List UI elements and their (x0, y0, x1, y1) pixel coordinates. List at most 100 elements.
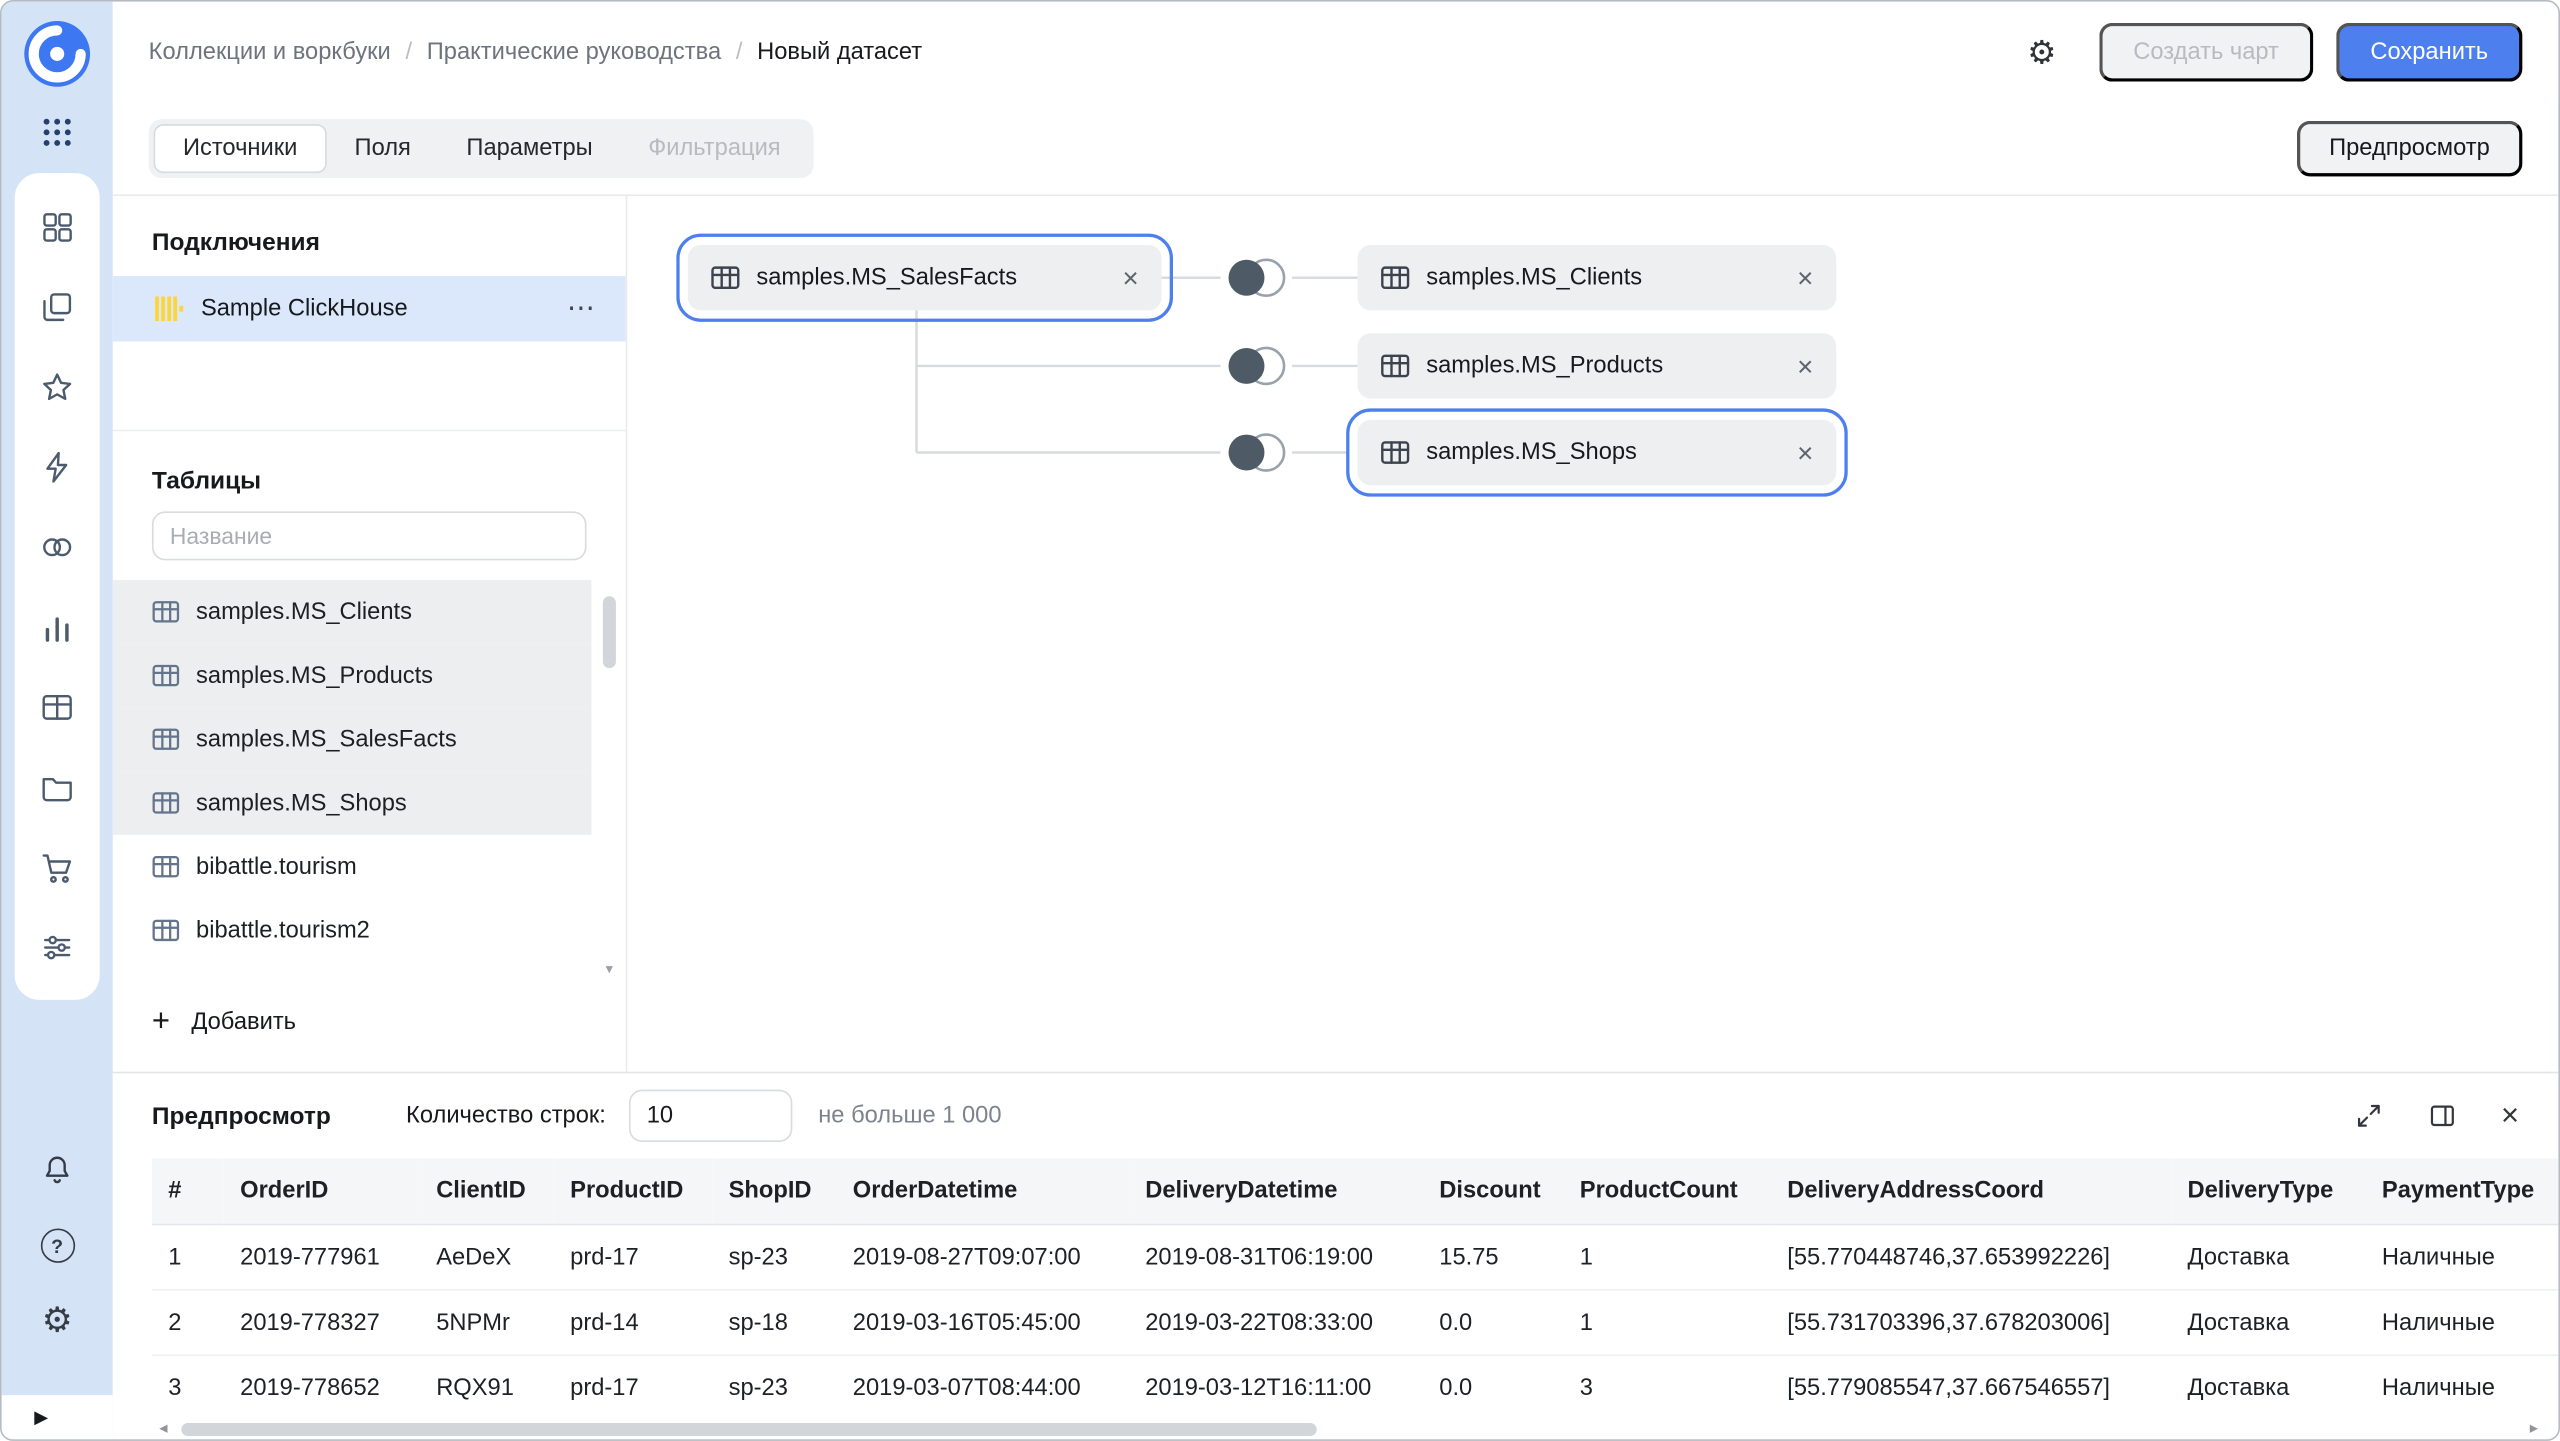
column-header: Discount (1423, 1158, 1563, 1224)
table-list-item[interactable]: samples.MS_SalesFacts (113, 707, 592, 771)
settings-icon[interactable]: ⚙ (42, 1304, 73, 1338)
storage-icon[interactable] (15, 747, 100, 827)
topbar: Коллекции и воркбуки / Практические руко… (113, 2, 2559, 103)
row-count-hint: не больше 1 000 (818, 1103, 1001, 1129)
add-table-label: Добавить (191, 1009, 296, 1035)
tables-scrollbar[interactable]: ▾ (601, 583, 617, 978)
table-list-item[interactable]: samples.MS_Clients (113, 580, 592, 644)
tab-fields[interactable]: Поля (327, 124, 439, 173)
remove-table-icon[interactable]: × (1797, 352, 1813, 380)
table-cell: 3 (1563, 1355, 1770, 1416)
table-node-products[interactable]: samples.MS_Products × (1358, 333, 1837, 398)
datasets-icon[interactable] (15, 506, 100, 586)
favorites-icon[interactable] (15, 346, 100, 426)
table-cell: prd-17 (554, 1224, 712, 1289)
connection-menu-icon[interactable]: ⋯ (567, 292, 596, 325)
table-name: samples.MS_Shops (196, 790, 407, 816)
plus-icon: + (152, 1006, 170, 1037)
table-node-salesfacts[interactable]: samples.MS_SalesFacts × (688, 245, 1162, 310)
tab-parameters[interactable]: Параметры (439, 124, 621, 173)
notifications-icon[interactable] (39, 1152, 75, 1188)
table-cell: RQX91 (420, 1355, 554, 1416)
table-list-item[interactable]: samples.MS_Products (113, 644, 592, 708)
tables-icon[interactable] (15, 667, 100, 747)
clickhouse-icon (152, 292, 185, 325)
close-preview-icon[interactable]: × (2501, 1100, 2519, 1131)
table-cell: 1 (152, 1224, 224, 1289)
table-icon (1380, 351, 1409, 380)
preview-toggle-button[interactable]: Предпросмотр (2296, 121, 2522, 177)
table-icon (1380, 438, 1409, 467)
table-list-item[interactable] (113, 962, 592, 982)
table-cell: 15.75 (1423, 1224, 1563, 1289)
connection-item[interactable]: Sample ClickHouse ⋯ (113, 276, 626, 341)
breadcrumb-guides[interactable]: Практические руководства (427, 39, 721, 65)
save-button[interactable]: Сохранить (2336, 23, 2522, 82)
dashboards-icon[interactable] (15, 186, 100, 266)
charts-icon[interactable] (15, 586, 100, 666)
node-label: samples.MS_SalesFacts (756, 265, 1017, 291)
join-type-icon[interactable] (1220, 428, 1292, 477)
table-row: 12019-777961AeDeXprd-17sp-232019-08-27T0… (152, 1224, 2558, 1289)
table-cell: 2019-03-12T16:11:00 (1129, 1355, 1423, 1416)
scrollbar-thumb[interactable] (603, 596, 616, 668)
collections-icon[interactable] (15, 266, 100, 346)
join-type-icon[interactable] (1220, 253, 1292, 302)
column-header: ShopID (712, 1158, 836, 1224)
dock-preview-icon[interactable] (2427, 1101, 2456, 1130)
table-cell: 2019-08-27T09:07:00 (836, 1224, 1128, 1289)
preview-panel: Предпросмотр Количество строк: не больше… (113, 1072, 2559, 1440)
expand-sidebar-icon[interactable]: ▶ (34, 1407, 48, 1428)
preview-body: 12019-777961AeDeXprd-17sp-232019-08-27T0… (152, 1224, 2558, 1416)
scrollbar-track[interactable] (175, 1422, 2523, 1435)
column-header: ProductID (554, 1158, 712, 1224)
connections-icon[interactable] (15, 426, 100, 506)
tabsbar: Источники Поля Параметры Фильтрация Пред… (113, 103, 2559, 194)
row-count-input[interactable] (629, 1090, 792, 1142)
preview-title: Предпросмотр (152, 1102, 331, 1130)
scrollbar-thumb[interactable] (181, 1422, 1316, 1435)
preview-table: # OrderID ClientID ProductID ShopID Orde… (152, 1158, 2558, 1416)
table-cell: 2019-03-07T08:44:00 (836, 1355, 1128, 1416)
table-cell: 5NPMr (420, 1290, 554, 1355)
dataset-settings-gear-icon[interactable]: ⚙ (2027, 32, 2056, 73)
join-type-icon[interactable] (1220, 341, 1292, 390)
add-table-button[interactable]: + Добавить (113, 982, 626, 1062)
tab-filtering[interactable]: Фильтрация (620, 124, 808, 173)
table-search-input[interactable] (152, 511, 587, 560)
remove-table-icon[interactable]: × (1797, 439, 1813, 467)
remove-table-icon[interactable]: × (1797, 264, 1813, 292)
horizontal-scrollbar[interactable]: ◂ ▸ (152, 1420, 2545, 1438)
app-window: ? ⚙ ▶ Коллекции и воркбуки / Практически… (0, 0, 2560, 1441)
table-list-item[interactable]: bibattle.tourism (113, 835, 592, 899)
content: Подключения Sample ClickHouse ⋯ Таблицы (113, 194, 2559, 1073)
help-icon[interactable]: ? (40, 1229, 74, 1263)
tab-sources[interactable]: Источники (154, 124, 327, 173)
table-icon (152, 662, 180, 690)
table-list-item[interactable]: samples.MS_Shops (113, 771, 592, 835)
create-chart-button[interactable]: Создать чарт (2099, 23, 2313, 82)
breadcrumb-collections[interactable]: Коллекции и воркбуки (149, 39, 391, 65)
scroll-right-icon[interactable]: ▸ (2522, 1420, 2545, 1438)
table-icon (152, 725, 180, 753)
marketplace-icon[interactable] (15, 827, 100, 907)
datalens-logo-icon[interactable] (20, 16, 95, 91)
preview-header-row: # OrderID ClientID ProductID ShopID Orde… (152, 1158, 2558, 1224)
table-node-clients[interactable]: samples.MS_Clients × (1358, 245, 1837, 310)
table-cell: Доставка (2171, 1224, 2365, 1289)
table-icon (711, 263, 740, 292)
scroll-left-icon[interactable]: ◂ (152, 1420, 175, 1438)
scroll-down-icon[interactable]: ▾ (601, 961, 617, 979)
table-node-shops[interactable]: samples.MS_Shops × (1358, 420, 1837, 485)
table-list-item[interactable]: bibattle.tourism2 (113, 899, 592, 963)
table-cell: 2 (152, 1290, 224, 1355)
topbar-actions: ⚙ Создать чарт Сохранить (2027, 23, 2522, 82)
remove-table-icon[interactable]: × (1122, 264, 1138, 292)
column-header: PaymentType (2366, 1158, 2559, 1224)
table-cell: sp-18 (712, 1290, 836, 1355)
apps-grid-icon[interactable] (38, 113, 77, 152)
preview-header: Предпросмотр Количество строк: не больше… (113, 1073, 2559, 1158)
expand-preview-icon[interactable] (2354, 1101, 2383, 1130)
node-label: samples.MS_Clients (1426, 265, 1642, 291)
services-icon[interactable] (15, 907, 100, 987)
